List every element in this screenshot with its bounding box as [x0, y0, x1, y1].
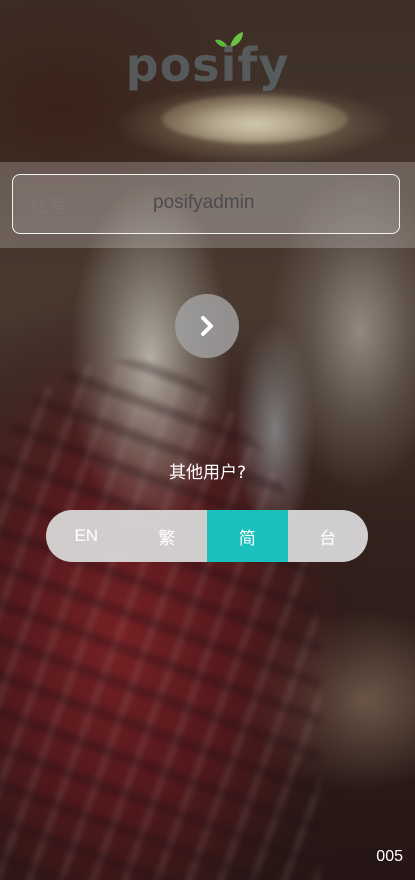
language-option-taiwan[interactable]: 台 [288, 510, 369, 562]
chevron-right-icon [201, 316, 213, 336]
other-user-link[interactable]: 其他用户? [0, 458, 415, 483]
account-label: 帐号 [31, 197, 67, 218]
account-value[interactable]: posifyadmin [153, 192, 254, 214]
logo-text: posify [125, 38, 290, 92]
account-field[interactable]: 帐号 posifyadmin [12, 174, 400, 234]
version-label: 005 [376, 848, 403, 865]
next-button[interactable] [175, 294, 239, 358]
language-option-traditional[interactable]: 繁 [127, 510, 208, 562]
background-photo [0, 0, 415, 880]
language-selector: EN 繁 简 台 [46, 510, 368, 562]
app-logo: posify [0, 32, 415, 98]
language-option-simplified[interactable]: 简 [207, 510, 288, 562]
language-option-en[interactable]: EN [46, 510, 127, 562]
